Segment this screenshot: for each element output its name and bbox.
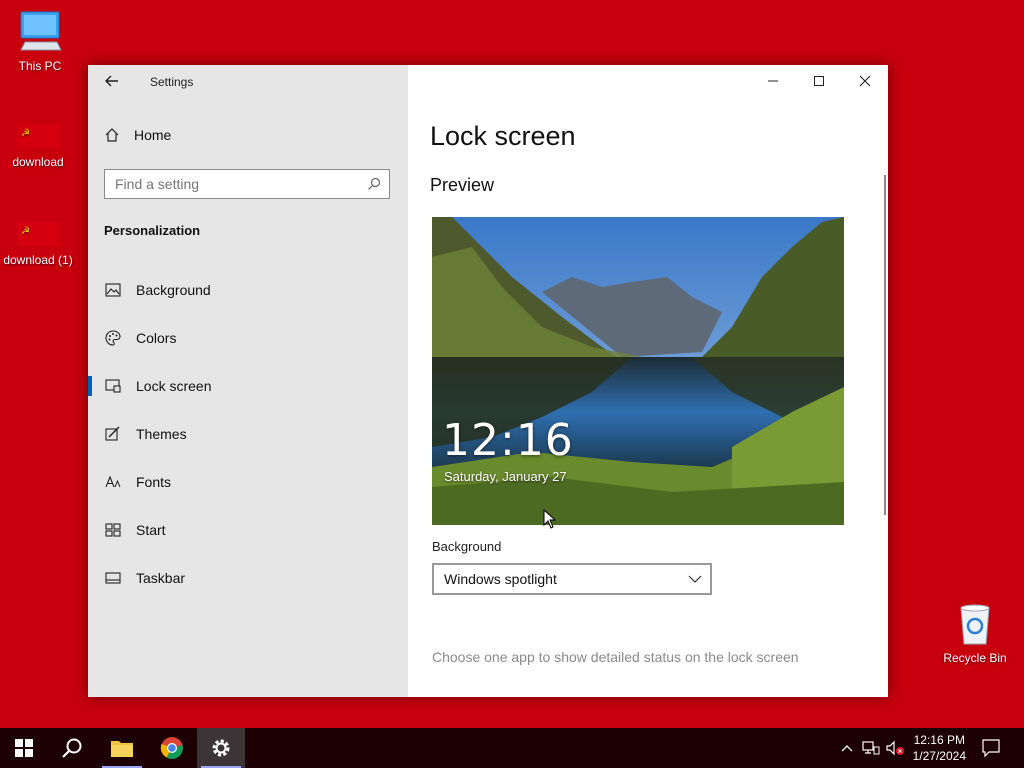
taskbar: 12:16 PM 1/27/2024 — [0, 728, 1024, 768]
notification-icon — [982, 739, 1000, 757]
sidebar-item-label: Taskbar — [136, 570, 186, 586]
svg-text:☭: ☭ — [21, 226, 30, 237]
image-file-icon: ☭ — [17, 222, 59, 246]
back-button[interactable] — [104, 73, 124, 93]
preview-heading: Preview — [430, 175, 495, 195]
palette-icon — [104, 329, 122, 347]
desktop-icon-label: Recycle Bin — [943, 651, 1007, 665]
recycle-bin-icon — [960, 604, 990, 645]
desktop-icon-label: download — [12, 155, 64, 169]
desktop-icon-label: This PC — [18, 59, 62, 73]
desktop-icon-this-pc[interactable]: This PC — [0, 10, 80, 73]
vertical-scrollbar[interactable] — [884, 175, 886, 515]
chrome-icon — [160, 737, 183, 759]
sidebar-item-label: Lock screen — [136, 378, 212, 394]
network-button[interactable] — [860, 728, 882, 768]
themes-icon — [104, 425, 122, 443]
sidebar-item-fonts[interactable]: Fonts — [88, 462, 408, 502]
volume-muted-icon — [886, 740, 904, 756]
windows-logo-icon — [15, 739, 33, 757]
folder-icon — [111, 741, 133, 757]
sidebar-item-themes[interactable]: Themes — [88, 414, 408, 454]
sidebar-item-start[interactable]: Start — [88, 510, 408, 550]
clock-time: 12:16 PM — [913, 733, 965, 747]
preview-date: Saturday, January 27 — [444, 469, 567, 484]
volume-button[interactable] — [884, 728, 906, 768]
background-dropdown[interactable]: Windows spotlight — [432, 563, 712, 595]
picture-icon — [104, 281, 122, 299]
desktop-icon-download[interactable]: ☭ download — [0, 122, 78, 169]
sidebar-item-background[interactable]: Background — [88, 270, 408, 310]
desktop-icon-download-1[interactable]: ☭ download (1) — [0, 220, 78, 267]
file-explorer-button[interactable] — [98, 728, 146, 768]
image-file-icon: ☭ — [17, 124, 59, 148]
settings-content-pane: Lock screen Preview 12:16 Saturday, Janu… — [408, 65, 888, 697]
start-icon — [104, 521, 122, 539]
chevron-up-icon — [841, 745, 853, 752]
preview-time: 12:16 — [442, 415, 574, 466]
settings-taskbar-button[interactable] — [197, 728, 245, 768]
sidebar-item-label: Themes — [136, 426, 187, 442]
search-input[interactable] — [105, 170, 365, 198]
settings-window: Settings Home Personalization Background — [88, 65, 888, 697]
back-arrow-icon — [105, 75, 118, 87]
chrome-button[interactable] — [148, 728, 196, 768]
fonts-icon — [104, 473, 122, 491]
show-hidden-icons-button[interactable] — [838, 728, 856, 768]
page-title: Lock screen — [430, 121, 576, 151]
section-heading: Personalization — [104, 223, 201, 238]
sidebar-item-taskbar[interactable]: Taskbar — [88, 558, 408, 598]
taskbar-icon — [104, 569, 122, 587]
start-button[interactable] — [0, 728, 48, 768]
settings-nav-pane: Settings Home Personalization Background — [88, 65, 408, 697]
close-button[interactable] — [842, 65, 888, 97]
close-icon — [859, 75, 871, 87]
minimize-button[interactable] — [750, 65, 796, 97]
lock-screen-icon — [104, 377, 122, 395]
sidebar-item-label: Background — [136, 282, 211, 298]
clock-date: 1/27/2024 — [912, 749, 966, 763]
search-button[interactable] — [48, 728, 96, 768]
sidebar-item-label: Colors — [136, 330, 177, 346]
taskbar-clock[interactable]: 12:16 PM 1/27/2024 — [913, 732, 966, 764]
computer-icon — [20, 11, 62, 51]
maximize-button[interactable] — [796, 65, 842, 97]
minimize-icon — [768, 80, 778, 82]
sidebar-item-label: Start — [136, 522, 166, 538]
lock-screen-preview: 12:16 Saturday, January 27 — [432, 217, 844, 525]
mouse-cursor-icon — [543, 509, 557, 529]
sidebar-item-lock-screen[interactable]: Lock screen — [88, 366, 408, 406]
gear-icon — [212, 739, 230, 757]
desktop-icon-label: download (1) — [3, 253, 73, 267]
home-label: Home — [134, 127, 172, 143]
sidebar-item-label: Fonts — [136, 474, 172, 490]
find-setting-search — [104, 169, 390, 199]
desktop-icon-recycle-bin[interactable]: Recycle Bin — [935, 602, 1015, 665]
search-icon — [62, 738, 82, 758]
chevron-down-icon — [688, 575, 702, 583]
search-icon[interactable] — [367, 177, 381, 191]
maximize-icon — [814, 76, 824, 86]
svg-text:☭: ☭ — [21, 128, 30, 139]
home-link[interactable]: Home — [104, 127, 171, 143]
action-center-button[interactable] — [976, 728, 1006, 768]
detailed-status-hint: Choose one app to show detailed status o… — [432, 649, 799, 665]
background-label: Background — [432, 539, 502, 554]
app-title: Settings — [150, 75, 194, 89]
sidebar-item-colors[interactable]: Colors — [88, 318, 408, 358]
background-selected-value: Windows spotlight — [444, 571, 557, 587]
network-icon — [862, 741, 880, 755]
home-icon — [105, 128, 119, 142]
